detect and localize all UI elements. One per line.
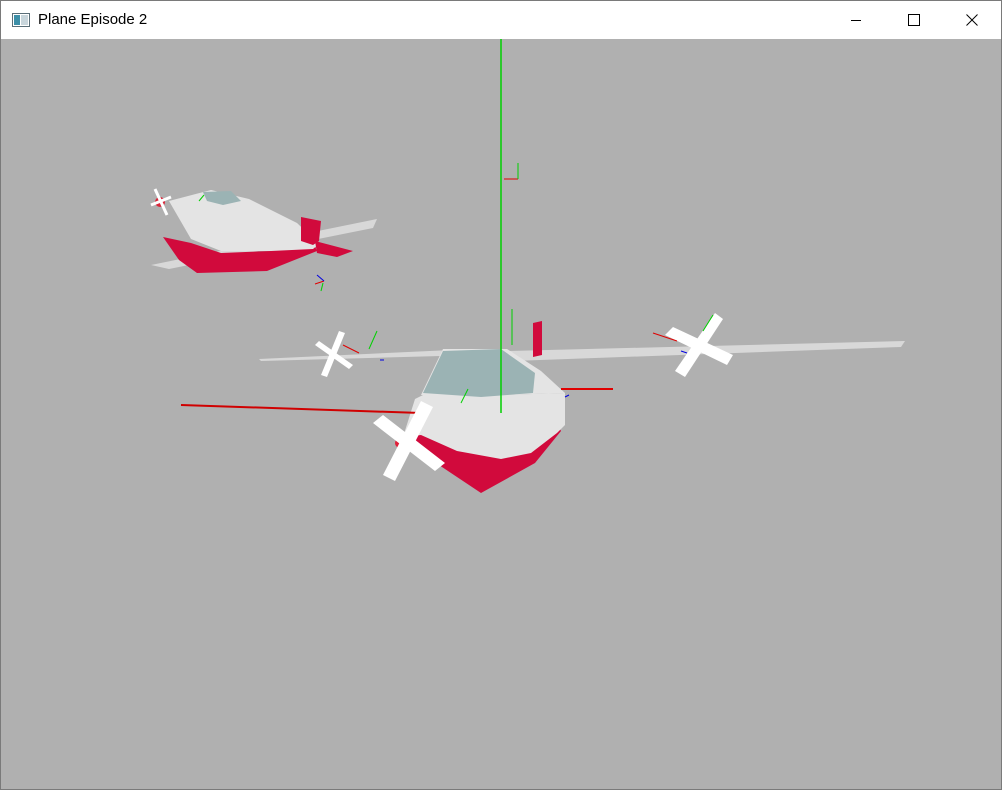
close-button[interactable] <box>949 1 995 39</box>
large-plane-tail-fin <box>533 321 542 357</box>
small-plane-tail <box>315 241 353 257</box>
small-plane-stabilizer <box>301 217 321 245</box>
small-plane-propeller <box>150 188 172 216</box>
title-bar[interactable]: Plane Episode 2 <box>1 1 1001 39</box>
app-icon <box>12 13 30 27</box>
minimize-icon <box>851 20 861 21</box>
scene-canvas <box>150 39 905 493</box>
left-prop-axis-green <box>368 330 378 350</box>
large-plane-right-propeller <box>665 313 733 377</box>
left-prop-axis-red <box>342 344 360 354</box>
plane-small <box>150 188 377 292</box>
large-plane-red-line-left <box>180 404 422 414</box>
minimize-button[interactable] <box>833 1 879 39</box>
application-window: Plane Episode 2 <box>0 0 1002 790</box>
maximize-button[interactable] <box>891 1 937 39</box>
small-plane-axis-marker <box>314 274 325 292</box>
small-plane-fuselage-white <box>169 190 319 251</box>
maximize-icon <box>908 14 920 26</box>
window-title: Plane Episode 2 <box>38 11 148 28</box>
render-viewport[interactable] <box>1 39 1001 789</box>
center-axis-blue <box>564 394 570 398</box>
plane-large <box>180 309 905 493</box>
large-plane-left-propeller <box>315 331 353 377</box>
close-icon <box>966 14 978 26</box>
